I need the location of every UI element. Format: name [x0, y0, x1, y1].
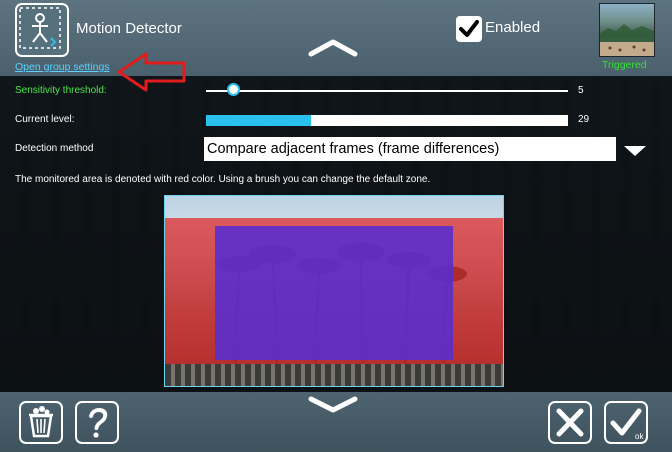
ok-button[interactable]: ok	[604, 401, 648, 444]
sensitivity-slider-knob[interactable]	[227, 83, 240, 96]
current-level-value: 29	[578, 114, 590, 125]
detection-method-select[interactable]: Compare adjacent frames (frame differenc…	[204, 137, 616, 161]
chevron-down-icon[interactable]	[308, 395, 358, 413]
help-icon	[89, 408, 108, 438]
current-level-fill	[206, 115, 311, 126]
current-level-bar	[206, 115, 568, 126]
cancel-button[interactable]	[548, 401, 592, 444]
sensitivity-value: 5	[578, 85, 584, 96]
triggered-status: Triggered	[602, 59, 647, 71]
chevron-up-icon[interactable]	[308, 38, 358, 58]
motion-detector-icon	[15, 3, 69, 57]
sensitivity-label: Sensitivity threshold:	[15, 85, 107, 96]
enabled-checkbox[interactable]	[456, 16, 482, 42]
dropdown-arrow-icon[interactable]	[623, 145, 647, 157]
zone-info-text: The monitored area is denoted with red c…	[15, 174, 431, 185]
help-button[interactable]	[75, 401, 119, 444]
page-title: Motion Detector	[76, 20, 182, 37]
ok-label: ok	[635, 432, 644, 441]
current-level-label: Current level:	[15, 114, 75, 125]
sensitivity-slider-track[interactable]	[206, 90, 568, 92]
trash-button[interactable]	[19, 401, 63, 444]
checkmark-icon	[459, 20, 479, 37]
annotation-arrow-icon	[117, 52, 186, 92]
detection-method-label: Detection method	[15, 143, 94, 154]
trash-icon	[29, 406, 53, 438]
group-settings-link[interactable]: Open group settings	[15, 61, 110, 73]
camera-thumbnail[interactable]	[599, 3, 655, 57]
enabled-label: Enabled	[485, 19, 541, 36]
check-icon: ok	[610, 408, 644, 441]
monitored-zone-blue	[215, 226, 453, 360]
zone-ground-strip	[165, 364, 503, 386]
zone-editor-canvas[interactable]	[164, 195, 504, 387]
close-icon	[556, 408, 584, 437]
